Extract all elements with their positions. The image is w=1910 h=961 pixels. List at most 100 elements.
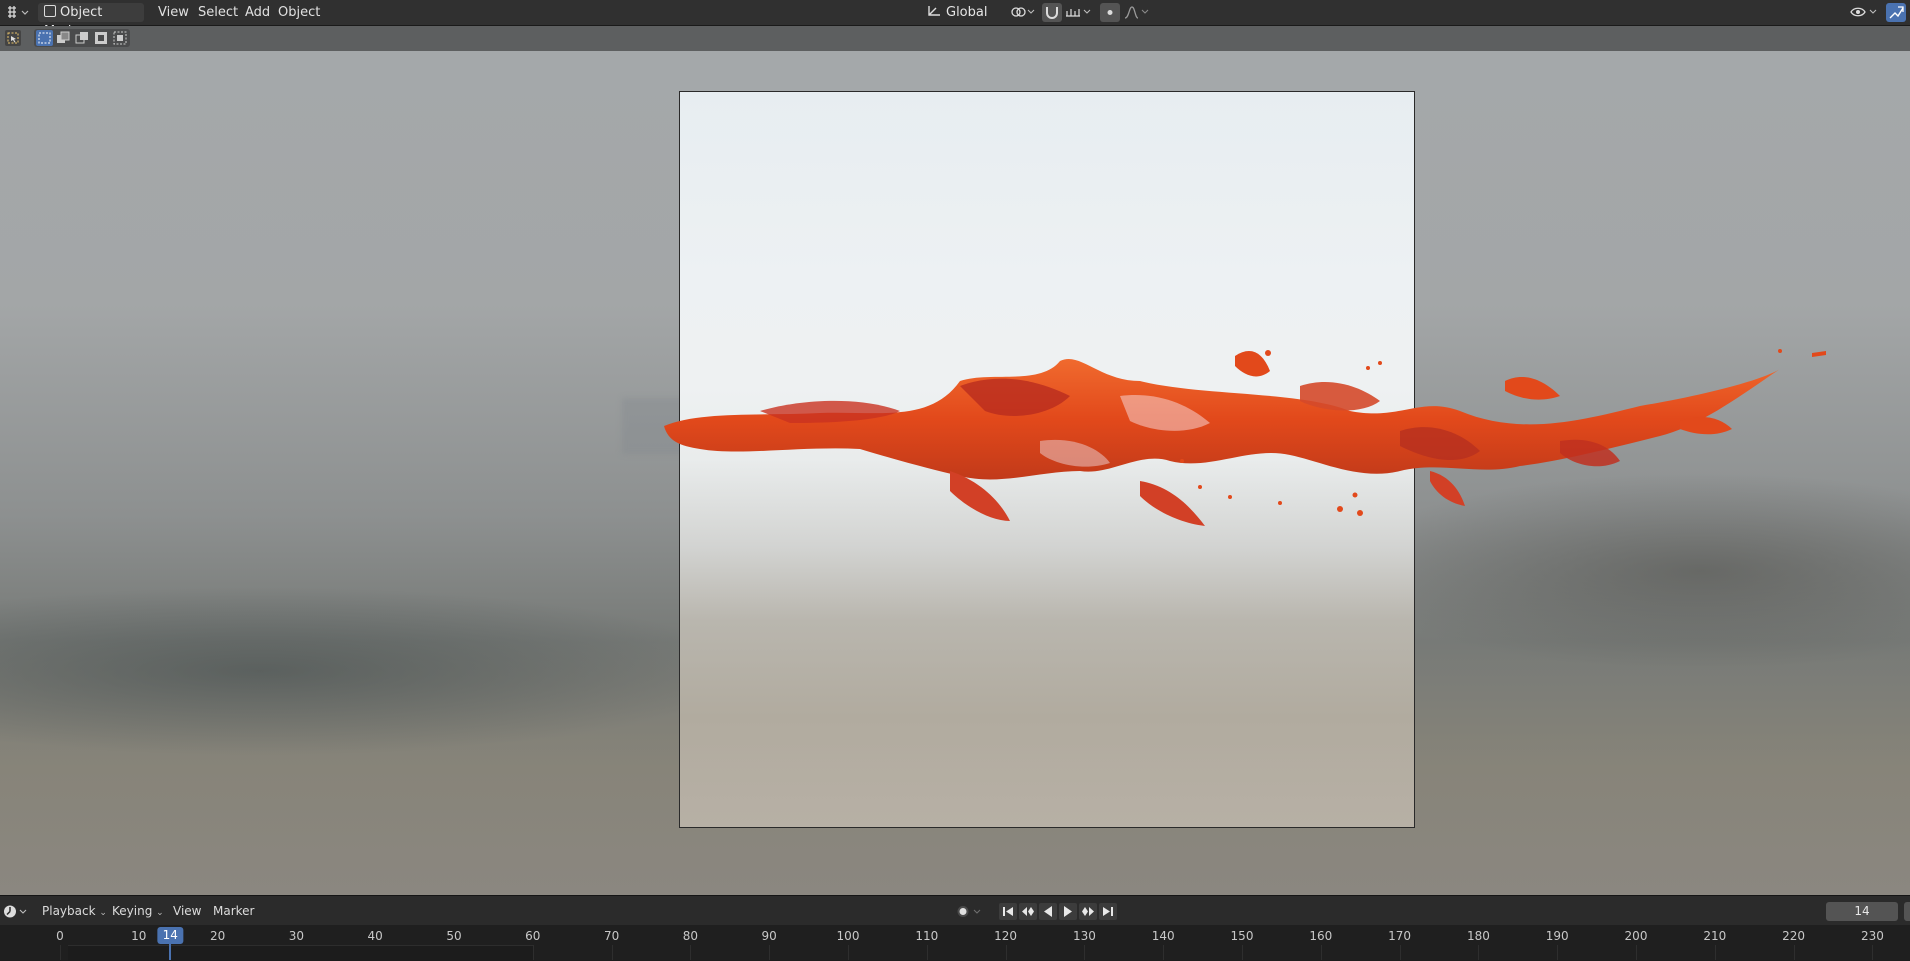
timeline-tick-label: 40 [367, 929, 383, 943]
timeline-tick-line [1714, 945, 1716, 960]
timeline-tick-line [1636, 945, 1637, 960]
timeline-tick-label: 180 [1466, 929, 1490, 943]
menu-object[interactable]: Object [278, 0, 320, 25]
timeline-header: Playback ⌄ Keying ⌄ View Marker 14 [0, 895, 1910, 926]
viewport-header: Object Mode ⌄ View Select Add Object Glo… [0, 0, 1910, 39]
timeline-tick-label: 190 [1545, 929, 1569, 943]
timeline-tick-label: 230 [1860, 929, 1884, 943]
timeline-tick-label: 170 [1388, 929, 1412, 943]
timeline-tick-label: 110 [915, 929, 939, 943]
timeline-tick-line [1872, 945, 1874, 960]
falloff-dropdown[interactable] [1122, 3, 1152, 22]
select-new-button[interactable] [36, 30, 53, 46]
timeline-tick-label: 130 [1072, 929, 1096, 943]
jump-to-keyframe-next-button[interactable] [1079, 903, 1097, 920]
timeline-tick-label: 150 [1230, 929, 1254, 943]
clock-icon [4, 905, 27, 918]
splash-body [664, 349, 1826, 526]
timeline-tick-label: 220 [1782, 929, 1806, 943]
timeline-tick-line [60, 945, 61, 960]
grid-axes-icon [8, 6, 29, 18]
play-reverse-button[interactable] [1039, 903, 1057, 920]
magnet-icon [1046, 7, 1058, 19]
orientation-dropdown[interactable]: Global ⌄ [920, 3, 1000, 38]
select-invert-button[interactable] [93, 30, 110, 46]
prev-keyframe-icon [1022, 907, 1034, 916]
select-intersect-button[interactable] [112, 30, 129, 46]
timeline-tick-label: 80 [682, 929, 699, 943]
timeline-tick-label: 210 [1703, 929, 1727, 943]
3d-viewport[interactable] [0, 51, 1910, 895]
selection-mode-group [34, 29, 130, 47]
menu-select[interactable]: Select [198, 0, 238, 25]
chevron-down-icon: ⌄ [156, 908, 164, 918]
timeline-menu-marker[interactable]: Marker [213, 896, 254, 926]
playback-label: Playback [42, 904, 96, 918]
select-subtract-button[interactable] [74, 30, 91, 46]
chevron-down-icon: ⌄ [99, 908, 107, 918]
timeline-tick-line [926, 945, 928, 960]
keying-dropdown[interactable]: Keying ⌄ [108, 902, 168, 921]
select-extend-button[interactable] [55, 30, 72, 46]
next-keyframe-icon [1082, 907, 1094, 916]
pivot-point-button[interactable] [1008, 3, 1038, 22]
timeline-tick-line [1005, 945, 1007, 960]
timeline-editor-type-button[interactable] [2, 902, 28, 921]
mode-dropdown[interactable]: Object Mode ⌄ [38, 3, 144, 39]
auto-keying-button[interactable] [954, 903, 984, 920]
timeline-tick-label: 0 [56, 929, 64, 943]
current-frame-field[interactable]: 14 [1826, 902, 1898, 921]
falloff-curve-icon [1124, 6, 1149, 19]
select-extend-icon [57, 31, 70, 43]
timeline-tick-line [769, 945, 771, 960]
gizmo-icon [1889, 6, 1904, 19]
timeline-tick-label: 20 [209, 929, 226, 943]
gizmo-toggle[interactable] [1886, 3, 1906, 22]
menu-view[interactable]: View [158, 0, 189, 25]
proportional-edit-toggle[interactable] [1100, 3, 1120, 22]
playback-dropdown[interactable]: Playback ⌄ [38, 902, 111, 921]
jump-to-start-button[interactable] [999, 903, 1017, 920]
play-button[interactable] [1059, 903, 1077, 920]
current-frame-indicator[interactable]: 14 [157, 927, 183, 944]
play-icon [1064, 906, 1072, 917]
timeline-tick-line [1084, 945, 1086, 960]
tool-settings-bar [0, 26, 1910, 51]
timeline-tick-label: 70 [603, 929, 620, 943]
timeline-tick-label: 200 [1624, 929, 1648, 943]
transform-orientation-icon [928, 6, 940, 16]
play-reverse-icon [1044, 906, 1052, 917]
jump-to-end-button[interactable] [1099, 903, 1117, 920]
editor-type-button[interactable] [4, 3, 29, 22]
frame-range-field[interactable] [1904, 902, 1910, 921]
jump-to-keyframe-prev-button[interactable] [1019, 903, 1037, 920]
timeline-menu-view[interactable]: View [173, 896, 201, 926]
object-mode-icon [44, 5, 56, 17]
visibility-dropdown[interactable] [1848, 3, 1882, 22]
liquid-splash [664, 349, 1826, 526]
timeline-tick-line [611, 945, 613, 960]
timeline-tick-label: 10 [131, 929, 147, 943]
snap-increment-icon [1066, 9, 1091, 17]
timeline-ruler[interactable]: 0 10 20 30 40 50 60 70 80 90 100 110 120 130 140 150 160… [0, 925, 1910, 961]
select-subtract-icon [75, 32, 88, 44]
snap-target-dropdown[interactable] [1063, 3, 1093, 22]
timeline-tick-line [1557, 945, 1559, 960]
timeline-tick-line [1163, 945, 1165, 960]
timeline-tick-line [1242, 945, 1243, 960]
timeline-tick-label: 120 [994, 929, 1018, 943]
playhead-line[interactable] [169, 943, 172, 960]
active-tool-button[interactable] [5, 30, 21, 46]
timeline-tick-label: 50 [446, 929, 462, 943]
select-box-icon [7, 32, 19, 44]
select-new-icon [38, 32, 51, 44]
keying-label: Keying [112, 904, 153, 918]
timeline-tick-line [690, 945, 692, 960]
eye-icon [1850, 7, 1877, 17]
orientation-label: Global [946, 5, 988, 20]
snap-toggle[interactable] [1042, 3, 1062, 22]
select-intersect-icon [113, 31, 127, 45]
menu-add[interactable]: Add [245, 0, 270, 25]
timeline-tick-line [848, 945, 849, 960]
pivot-link-icon [1011, 7, 1035, 17]
